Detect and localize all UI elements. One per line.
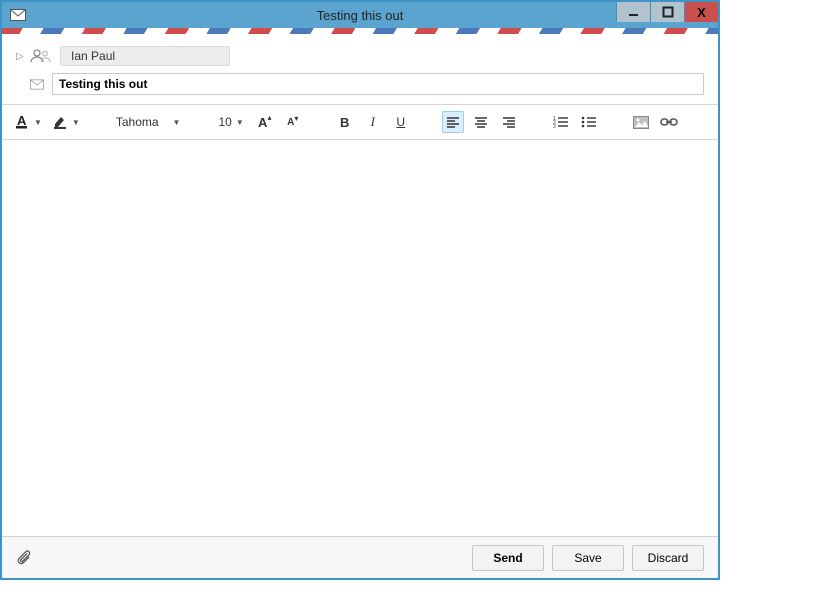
minimize-button[interactable] xyxy=(616,2,650,22)
highlight-button[interactable]: ▼ xyxy=(50,111,82,133)
discard-button[interactable]: Discard xyxy=(632,545,704,571)
send-button[interactable]: Send xyxy=(472,545,544,571)
svg-text:A: A xyxy=(17,114,27,128)
svg-text:3: 3 xyxy=(553,124,556,128)
increase-font-button[interactable]: A▴ xyxy=(254,111,276,133)
attachment-icon[interactable] xyxy=(16,550,34,566)
compose-window: Testing this out X ▷ Ian Paul xyxy=(0,0,720,580)
maximize-button[interactable] xyxy=(650,2,684,22)
chevron-down-icon: ▼ xyxy=(236,118,244,127)
align-center-button[interactable] xyxy=(470,111,492,133)
header-fields: ▷ Ian Paul xyxy=(2,34,718,104)
recipient-chip[interactable]: Ian Paul xyxy=(60,46,230,66)
people-icon[interactable] xyxy=(30,49,52,63)
window-controls: X xyxy=(616,2,718,22)
subject-input[interactable] xyxy=(52,73,704,95)
font-size-select[interactable]: 10 ▼ xyxy=(214,111,247,133)
close-button[interactable]: X xyxy=(684,2,718,22)
font-size-value: 10 xyxy=(218,115,231,129)
underline-button[interactable]: U xyxy=(390,111,412,133)
footer-bar: Send Save Discard xyxy=(2,536,718,578)
app-envelope-icon xyxy=(10,9,26,21)
save-button[interactable]: Save xyxy=(552,545,624,571)
titlebar: Testing this out X xyxy=(2,2,718,28)
window-title: Testing this out xyxy=(317,8,404,23)
message-body[interactable] xyxy=(2,140,718,536)
expand-recipients-icon[interactable]: ▷ xyxy=(16,51,26,62)
subject-row xyxy=(16,70,704,98)
align-left-button[interactable] xyxy=(442,111,464,133)
to-row: ▷ Ian Paul xyxy=(16,42,704,70)
font-family-value: Tahoma xyxy=(116,115,159,129)
chevron-down-icon: ▼ xyxy=(173,118,181,127)
font-color-button[interactable]: A ▼ xyxy=(12,111,44,133)
compose-content: ▷ Ian Paul A ▼ ▼ xyxy=(2,34,718,578)
recipient-name: Ian Paul xyxy=(71,49,115,63)
chevron-down-icon: ▼ xyxy=(34,118,42,127)
italic-button[interactable]: I xyxy=(362,111,384,133)
bullet-list-button[interactable] xyxy=(578,111,600,133)
envelope-icon xyxy=(30,78,44,91)
numbered-list-button[interactable]: 123 xyxy=(550,111,572,133)
format-toolbar: A ▼ ▼ Tahoma ▼ 10 ▼ A▴ A▾ xyxy=(2,104,718,140)
bold-button[interactable]: B xyxy=(334,111,356,133)
decrease-font-button[interactable]: A▾ xyxy=(282,111,304,133)
insert-link-button[interactable] xyxy=(658,111,680,133)
chevron-down-icon: ▼ xyxy=(72,118,80,127)
font-family-select[interactable]: Tahoma ▼ xyxy=(112,111,185,133)
align-right-button[interactable] xyxy=(498,111,520,133)
insert-image-button[interactable] xyxy=(630,111,652,133)
